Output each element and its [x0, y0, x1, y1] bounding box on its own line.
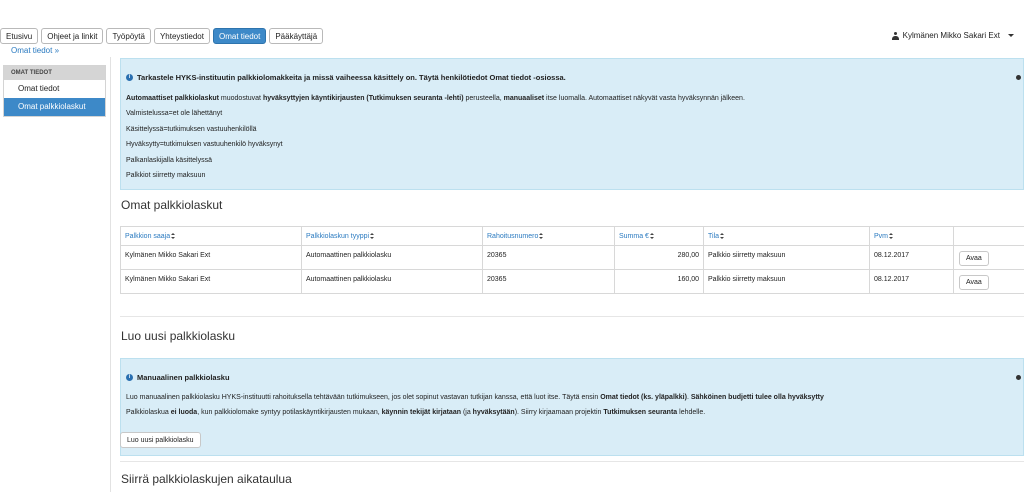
invoices-table: Palkkion saaja Palkkiolaskun tyyppi Raho… — [120, 226, 1024, 294]
cell-rahoitusnumero: 20365 — [483, 246, 615, 269]
info-text: itse luomalla. Automaattiset näkyvät vas… — [544, 95, 745, 102]
cell-palkkion-saaja: Kylmänen Mikko Sakari Ext — [120, 246, 302, 269]
info-paragraph: Automaattiset palkkiolaskut muodostuvat … — [126, 95, 745, 102]
create-invoice-button[interactable]: Luo uusi palkkiolasku — [120, 432, 201, 448]
status-legend-item: Käsittelyssä=tutkimuksen vastuuhenkilöll… — [126, 126, 257, 133]
info-icon: i — [126, 74, 133, 81]
divider — [120, 461, 1024, 462]
info-title: i Manuaalinen palkkiolasku — [126, 373, 230, 382]
info-text: , kun palkkiolomake syntyy potilaskäynti… — [197, 409, 382, 416]
sidebar-item-omat-palkkiolaskut[interactable]: Omat palkkiolaskut — [4, 98, 105, 116]
column-header-label: Summa € — [619, 233, 649, 240]
table-header-row: Palkkion saaja Palkkiolaskun tyyppi Raho… — [120, 227, 1024, 246]
info-text-bold: hyväksyttyjen käyntikirjausten (Tutkimuk… — [262, 95, 464, 102]
tab-yhteystiedot[interactable]: Yhteystiedot — [153, 28, 210, 44]
info-text-bold: Automaattiset palkkiolaskut — [126, 95, 219, 102]
sort-icon — [539, 233, 544, 239]
info-icon: i — [126, 374, 133, 381]
caret-down-icon — [1008, 34, 1014, 37]
info-text: Luo manuaalinen palkkiolasku HYKS-instit… — [126, 394, 601, 401]
info-paragraph: Luo manuaalinen palkkiolasku HYKS-instit… — [126, 394, 824, 401]
breadcrumb[interactable]: Omat tiedot » — [11, 46, 59, 55]
status-legend-item: Palkkiot siirretty maksuun — [126, 172, 206, 179]
cell-rahoitusnumero: 20365 — [483, 270, 615, 293]
info-text: Palkkiolaskua — [126, 409, 171, 416]
cell-tila: Palkkio siirretty maksuun — [704, 270, 870, 293]
info-panel-overview: i Tarkastele HYKS-instituutin palkkiolom… — [120, 58, 1024, 190]
sidebar-header: OMAT TIEDOT — [4, 66, 105, 80]
info-text-bold: manuaaliset — [503, 95, 545, 102]
sidebar: OMAT TIEDOT Omat tiedot Omat palkkiolask… — [3, 65, 106, 117]
open-button[interactable]: Avaa — [959, 275, 989, 290]
info-text: lehdelle. — [677, 409, 706, 416]
info-text-bold: Tutkimuksen seuranta — [603, 409, 678, 416]
sort-icon — [171, 233, 176, 239]
column-header-label: Rahoitusnumero — [487, 233, 539, 240]
top-navigation: Etusivu Ohjeet ja linkit Työpöytä Yhteys… — [0, 28, 324, 44]
column-header-label: Palkkion saaja — [125, 233, 171, 240]
info-text-bold: Omat tiedot (ks. yläpalkki) — [600, 394, 687, 401]
user-name: Kylmänen Mikko Sakari Ext — [902, 31, 1000, 40]
open-button[interactable]: Avaa — [959, 251, 989, 266]
info-title-text: Manuaalinen palkkiolasku — [137, 373, 230, 382]
column-header-pvm[interactable]: Pvm — [870, 227, 954, 245]
info-paragraph: Palkkiolaskua ei luoda, kun palkkiolomak… — [126, 409, 705, 416]
section-title-luo-uusi: Luo uusi palkkiolasku — [121, 329, 236, 343]
info-panel-manual: i Manuaalinen palkkiolasku Luo manuaalin… — [120, 358, 1024, 456]
info-text: ). Siirry kirjaamaan projektin — [514, 409, 604, 416]
status-legend-item: Palkanlaskijalla käsittelyssä — [126, 157, 212, 164]
column-header-label: Tila — [708, 233, 720, 240]
sort-icon — [370, 233, 375, 239]
cell-summa: 280,00 — [615, 246, 704, 269]
sort-icon — [889, 233, 893, 239]
info-text: (ja — [461, 409, 473, 416]
column-header-palkkiolaskun-tyyppi[interactable]: Palkkiolaskun tyyppi — [302, 227, 483, 245]
column-header-palkkion-saaja[interactable]: Palkkion saaja — [120, 227, 302, 245]
cell-tila: Palkkio siirretty maksuun — [704, 246, 870, 269]
info-text: muodostuvat — [218, 95, 263, 102]
column-header-rahoitusnumero[interactable]: Rahoitusnumero — [483, 227, 615, 245]
info-title-text: Tarkastele HYKS-instituutin palkkiolomak… — [137, 73, 566, 82]
column-header-summa[interactable]: Summa € — [615, 227, 704, 245]
status-legend-item: Valmistelussa=et ole lähettänyt — [126, 110, 223, 117]
table-row: Kylmänen Mikko Sakari Ext Automaattinen … — [120, 270, 1024, 294]
cell-tyyppi: Automaattinen palkkiolasku — [302, 246, 483, 269]
gear-icon[interactable] — [1016, 375, 1021, 380]
column-header-actions — [954, 227, 1024, 245]
sidebar-item-omat-tiedot[interactable]: Omat tiedot — [4, 80, 105, 98]
info-text-bold: käynnin tekijät kirjataan — [381, 409, 461, 416]
cell-tyyppi: Automaattinen palkkiolasku — [302, 270, 483, 293]
user-menu[interactable]: Kylmänen Mikko Sakari Ext — [891, 31, 1014, 40]
cell-summa: 160,00 — [615, 270, 704, 293]
gear-icon[interactable] — [1016, 75, 1021, 80]
cell-pvm: 08.12.2017 — [870, 246, 954, 269]
section-title-omat-palkkiolaskut: Omat palkkiolaskut — [121, 198, 223, 212]
divider — [120, 316, 1024, 317]
info-text-bold: ei luoda — [170, 409, 198, 416]
info-text-bold: hyväksytään — [472, 409, 515, 416]
cell-action: Avaa — [954, 270, 1024, 293]
column-header-label: Pvm — [874, 233, 888, 240]
cell-action: Avaa — [954, 246, 1024, 269]
table-row: Kylmänen Mikko Sakari Ext Automaattinen … — [120, 246, 1024, 270]
status-legend-item: Hyväksytty=tutkimuksen vastuuhenkilö hyv… — [126, 141, 283, 148]
cell-palkkion-saaja: Kylmänen Mikko Sakari Ext — [120, 270, 302, 293]
divider — [110, 57, 111, 492]
section-title-siirra: Siirrä palkkiolaskujen aikataulua — [121, 472, 292, 486]
info-title: i Tarkastele HYKS-instituutin palkkiolom… — [126, 73, 566, 82]
sort-icon — [720, 233, 725, 239]
tab-etusivu[interactable]: Etusivu — [0, 28, 39, 44]
user-icon — [891, 31, 899, 40]
column-header-tila[interactable]: Tila — [704, 227, 870, 245]
info-text-bold: Sähköinen budjetti tulee olla hyväksytty — [690, 394, 824, 401]
column-header-label: Palkkiolaskun tyyppi — [306, 233, 370, 240]
tab-tyopoyta[interactable]: Työpöytä — [106, 28, 151, 44]
info-text: perusteella, — [463, 95, 504, 102]
sort-icon — [649, 233, 654, 239]
tab-omat-tiedot[interactable]: Omat tiedot — [212, 28, 267, 44]
tab-paakayttaja[interactable]: Pääkäyttäjä — [269, 28, 324, 44]
cell-pvm: 08.12.2017 — [870, 270, 954, 293]
tab-ohjeet-ja-linkit[interactable]: Ohjeet ja linkit — [41, 28, 104, 44]
